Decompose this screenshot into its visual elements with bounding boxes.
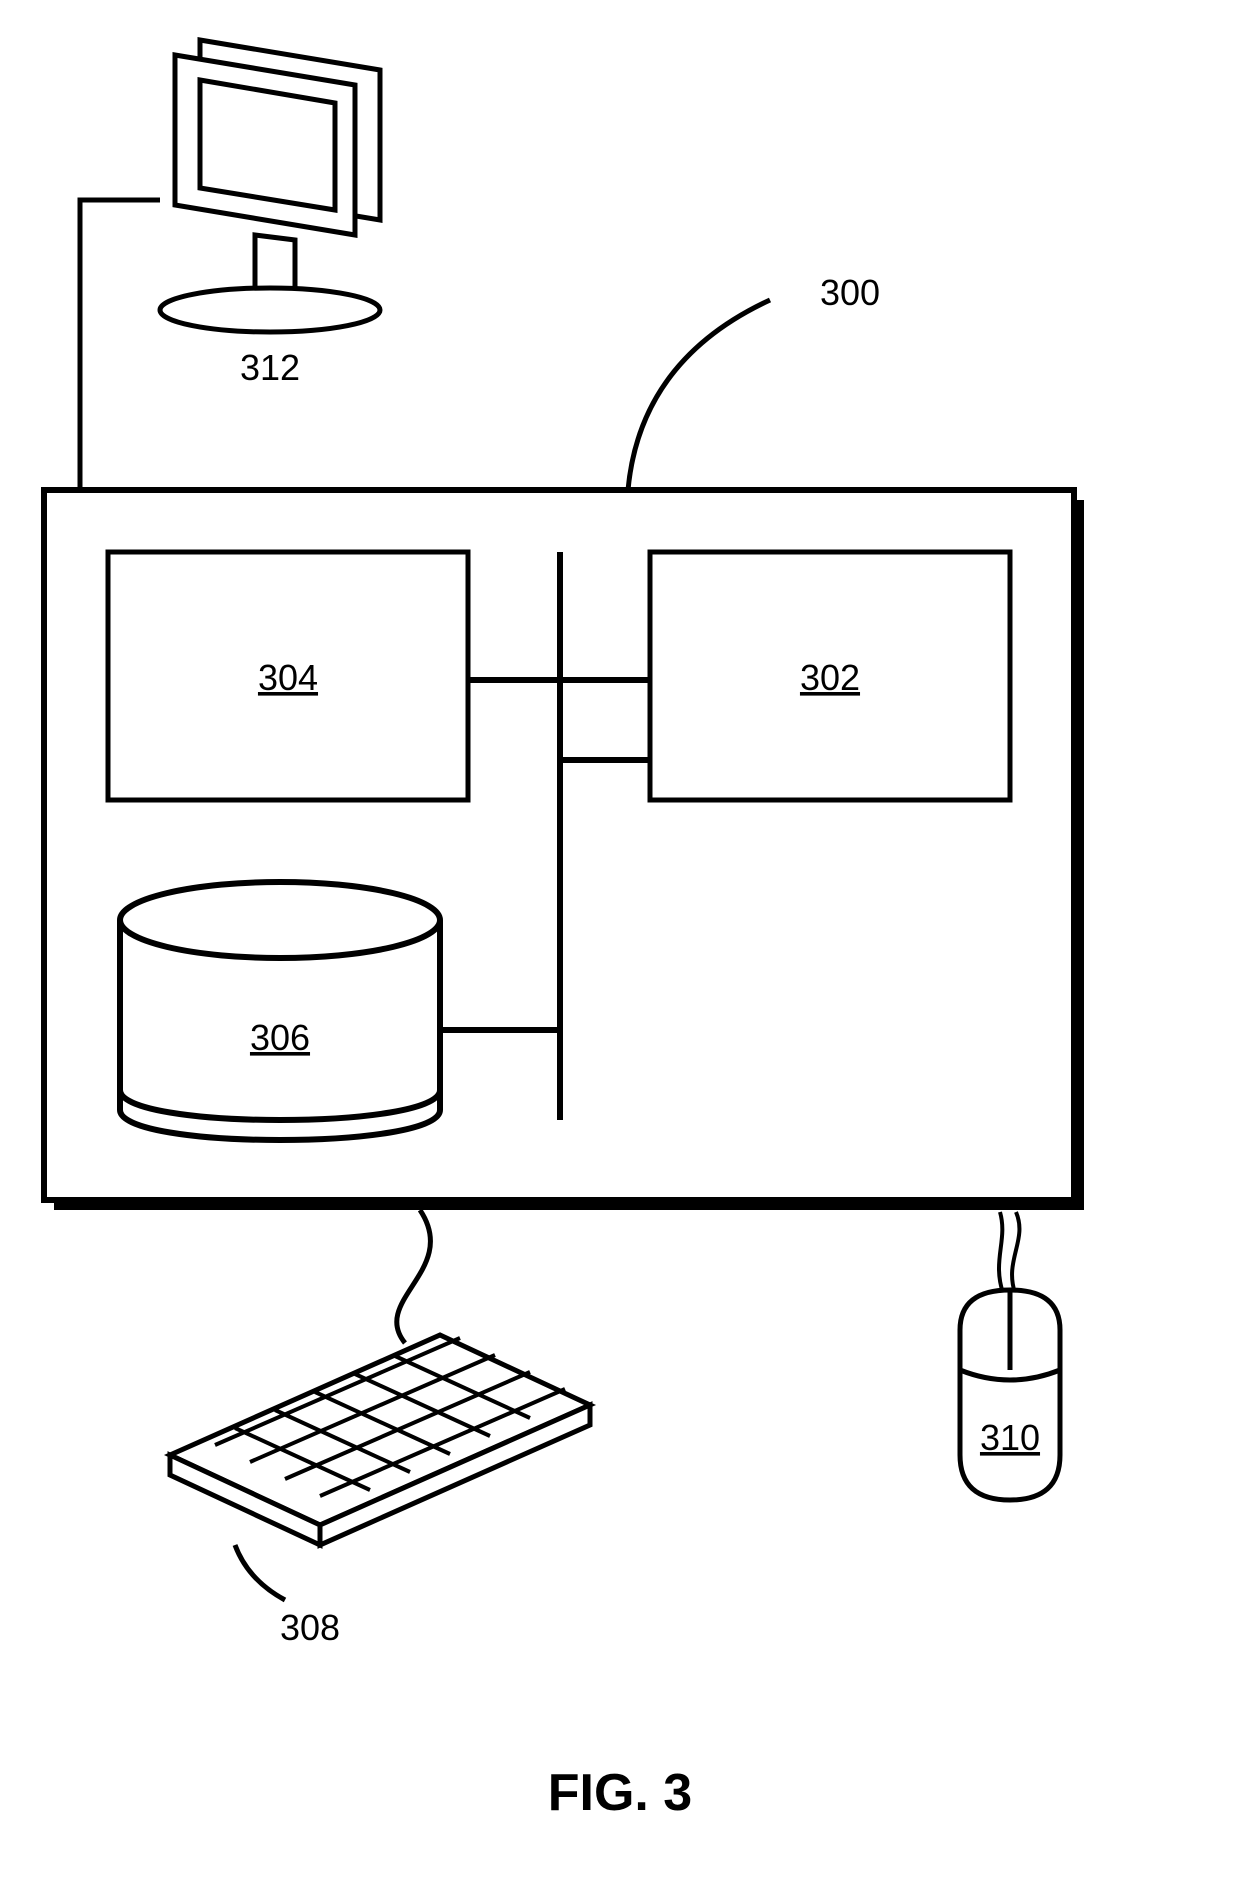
component-304: 304 xyxy=(108,552,468,800)
component-302-label: 302 xyxy=(800,657,860,698)
component-304-label: 304 xyxy=(258,657,318,698)
keyboard-label: 308 xyxy=(280,1607,340,1648)
system-label: 300 xyxy=(820,272,880,313)
monitor-label: 312 xyxy=(240,347,300,388)
mouse-label: 310 xyxy=(980,1417,1040,1458)
figure-caption: FIG. 3 xyxy=(548,1764,692,1822)
monitor-icon: 312 xyxy=(80,40,380,490)
mouse-icon: 310 xyxy=(960,1212,1060,1500)
storage-306-label: 306 xyxy=(250,1017,310,1058)
component-302: 302 xyxy=(650,552,1010,800)
system-leader: 300 xyxy=(628,272,880,490)
storage-306: 306 xyxy=(120,882,440,1140)
patent-figure: 300 304 302 306 312 xyxy=(0,0,1240,1897)
keyboard-icon: 308 xyxy=(170,1210,590,1648)
